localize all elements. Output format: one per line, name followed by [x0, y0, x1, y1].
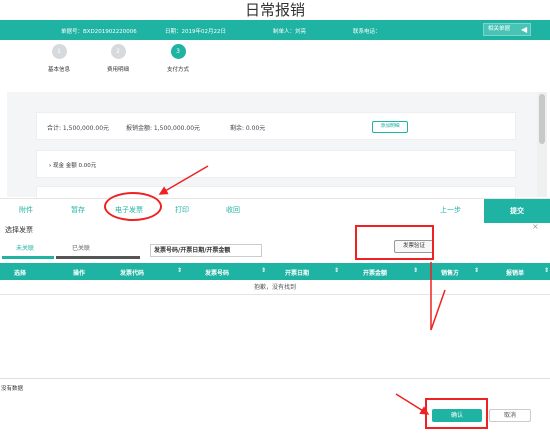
cash-payment-row[interactable]: › 现金 金额 0.00元	[36, 150, 516, 178]
col-reimbursement[interactable]: 报销单	[506, 268, 524, 277]
cash-label: 现金 金额 0.00元	[53, 163, 97, 169]
step-label: 基本信息	[47, 67, 70, 73]
step-number: 1	[51, 44, 67, 59]
expand-chevron-icon: ›	[49, 163, 52, 169]
doc-date: 日期：2019年02月22日	[165, 29, 226, 35]
highlight-box-confirm	[425, 398, 488, 429]
sort-icon[interactable]: ⇕	[474, 267, 479, 274]
dialog-title: 选择发票	[5, 226, 33, 234]
doc-contact: 联系电话：	[353, 29, 381, 35]
table-empty-message: 抱歉，没有找到	[0, 281, 550, 295]
doc-creator: 制单人：刘亮	[273, 29, 307, 35]
attachment-button[interactable]: 附件	[19, 205, 33, 215]
doc-number: 单据号：BXD201902220006	[61, 29, 137, 35]
document-info-bar: 单据号：BXD201902220006 日期：2019年02月22日 制单人：刘…	[0, 20, 550, 40]
add-detail-button[interactable]: 添加明细	[372, 121, 408, 133]
col-seller[interactable]: 销售方	[441, 268, 459, 277]
step-label: 支付方式	[166, 67, 189, 73]
highlight-ellipse	[104, 192, 162, 221]
sort-icon[interactable]: ⇕	[413, 267, 418, 274]
col-select: 选择	[14, 270, 27, 277]
payment-panel	[7, 92, 537, 197]
scrollbar-thumb[interactable]	[539, 94, 545, 144]
col-action: 操作	[73, 270, 86, 277]
tab-unlinked[interactable]: 未关联	[16, 243, 34, 252]
step-expense-details[interactable]: 2 费用明细	[88, 44, 148, 73]
print-button[interactable]: 打印	[175, 205, 189, 215]
annotation-line	[430, 289, 446, 331]
col-invoice-code[interactable]: 发票代码	[120, 268, 144, 277]
col-invoice-number[interactable]: 发票号码	[205, 268, 229, 277]
remaining-amount: 剩余: 0.00元	[230, 125, 266, 132]
divider	[0, 378, 550, 379]
no-data-text: 没有数据	[1, 386, 24, 392]
payment-row-partial	[36, 186, 516, 198]
total-amount: 合计: 1,500,000.00元	[47, 125, 110, 132]
step-label: 费用明细	[106, 67, 129, 73]
tab-linked[interactable]: 已关联	[72, 243, 90, 252]
annotation-arrow	[395, 393, 430, 415]
prev-step-button[interactable]: 上一步	[440, 205, 461, 215]
step-basic-info[interactable]: 1 基本信息	[29, 44, 89, 73]
withdraw-button[interactable]: 收回	[226, 205, 240, 215]
close-icon[interactable]: ×	[532, 222, 539, 231]
sort-icon[interactable]: ⇕	[261, 267, 266, 274]
tab-underline	[56, 256, 140, 259]
bottom-toolbar: 附件 暂存 电子发票 打印 收回 上一步 提交	[0, 198, 550, 223]
reimbursed-amount: 报销金额: 1,500,000.00元	[126, 125, 201, 132]
active-tab-underline	[2, 256, 54, 259]
save-draft-button[interactable]: 暂存	[71, 205, 85, 215]
page-title: 日常报销	[244, 1, 305, 19]
submit-button[interactable]: 提交	[484, 199, 550, 223]
sort-icon[interactable]: ⇕	[544, 267, 549, 274]
cash-amount: › 现金 金额 0.00元	[49, 161, 96, 169]
step-payment-method[interactable]: 3 支付方式	[148, 44, 208, 73]
step-number: 2	[110, 44, 126, 59]
invoice-table-header: 选择 操作 发票代码 ⇕ 发票号码 ⇕ 开票日期 ⇕ 开票金额 ⇕ 销售方 ⇕ …	[0, 263, 550, 280]
highlight-box-verify	[355, 225, 434, 260]
summary-card: 合计: 1,500,000.00元 报销金额: 1,500,000.00元 剩余…	[36, 112, 516, 140]
cancel-button[interactable]: 取消	[489, 409, 531, 422]
col-invoice-amount[interactable]: 开票金额	[363, 268, 387, 277]
step-number: 3	[170, 44, 186, 59]
sort-icon[interactable]: ⇕	[177, 267, 182, 274]
invoice-search-input[interactable]: 发票号码/开票日期/开票金额	[150, 244, 262, 257]
col-invoice-date[interactable]: 开票日期	[285, 268, 309, 277]
sort-icon[interactable]: ⇕	[334, 267, 339, 274]
collapse-arrow-icon[interactable]: ◀	[521, 23, 527, 36]
